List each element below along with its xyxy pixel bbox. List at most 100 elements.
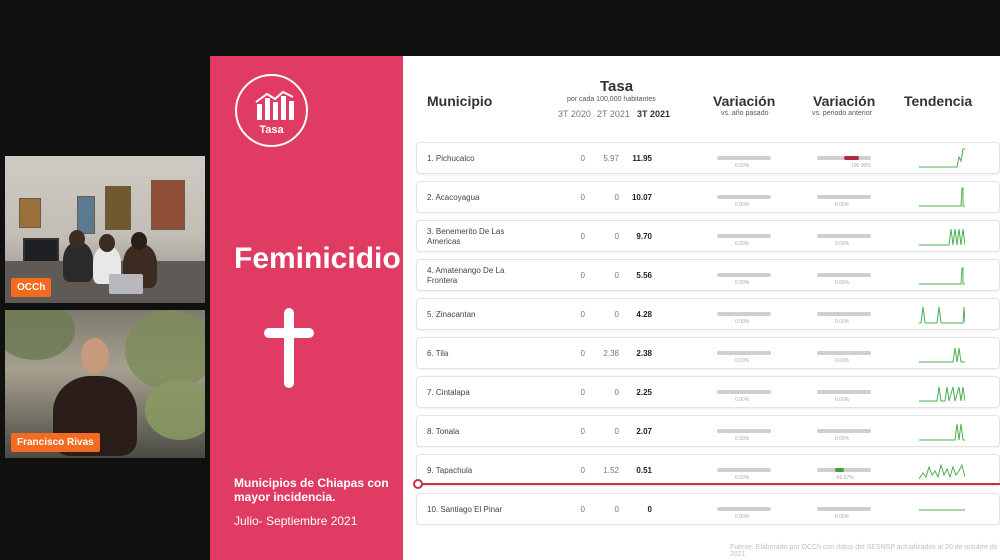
header-tasa-sub: por cada 100,000 habitantes xyxy=(567,96,656,103)
person-head xyxy=(81,338,109,374)
row-3t2021: 2.38 xyxy=(636,349,652,358)
row-2t2021: 1.52 xyxy=(603,466,619,475)
row-municipio: 5. Zinacantan xyxy=(427,310,476,319)
slide-title: Feminicidio xyxy=(234,242,401,275)
row-3t2021: 0.51 xyxy=(636,466,652,475)
header-variacion-periodo-sub: vs. periodo anterior xyxy=(812,110,872,117)
cross-icon xyxy=(264,308,314,388)
row-3t2021: 5.56 xyxy=(636,271,652,280)
variacion-anual-label: 0.00% xyxy=(735,241,750,247)
row-2t2021: 0 xyxy=(614,505,619,514)
variacion-anual-bar xyxy=(717,429,771,433)
tendencia-sparkline xyxy=(919,267,965,285)
row-2t2021: 0 xyxy=(614,388,619,397)
row-2t2021: 0 xyxy=(614,427,619,436)
row-2t2021: 0 xyxy=(614,271,619,280)
row-3t2020: 0 xyxy=(580,466,585,475)
row-municipio: 9. Tapachula xyxy=(427,466,473,475)
variacion-anual-label: 0.00% xyxy=(735,280,750,286)
plant xyxy=(145,380,205,440)
shared-slide: Tasa Feminicidio Municipios de Chiapas c… xyxy=(210,56,1000,560)
wall-painting xyxy=(151,180,185,230)
row-3t2020: 0 xyxy=(580,232,585,241)
table-row: 7. Cintalapa 0 0 2.25 0.00% 0.00% xyxy=(416,376,1000,408)
variacion-anual-bar xyxy=(717,390,771,394)
header-municipio: Municipio xyxy=(427,93,493,109)
person-head xyxy=(99,234,115,252)
row-3t2020: 0 xyxy=(580,388,585,397)
wall-painting xyxy=(19,198,41,228)
bar-chart-icon xyxy=(255,90,294,120)
wall-painting xyxy=(105,186,131,230)
tendencia-sparkline xyxy=(919,148,965,168)
row-3t2021: 2.25 xyxy=(636,388,652,397)
laptop xyxy=(109,274,143,294)
row-3t2021: 0 xyxy=(647,505,652,514)
variacion-anual-label: 0.00% xyxy=(735,397,750,403)
variacion-periodo-label: 0.00% xyxy=(835,358,850,364)
variacion-periodo-label: 0.00% xyxy=(835,280,850,286)
table-row: 1. Pichucalco 0 5.97 11.95 0.00% 100.00% xyxy=(416,142,1000,174)
tendencia-sparkline xyxy=(919,386,965,402)
row-municipio: 4. Amatenango De La Frontera xyxy=(427,266,505,285)
variacion-anual-bar xyxy=(717,234,771,238)
row-3t2020: 0 xyxy=(580,271,585,280)
participant-tile-occh[interactable]: OCCh xyxy=(5,156,205,303)
variacion-periodo-bar xyxy=(817,390,871,394)
variacion-anual-label: 0.00% xyxy=(735,163,750,169)
header-col-3t2020: 3T 2020 xyxy=(558,109,591,119)
row-3t2021: 4.28 xyxy=(636,310,652,319)
header-tasa: Tasa xyxy=(600,78,634,95)
row-3t2020: 0 xyxy=(580,310,585,319)
logo-label: Tasa xyxy=(259,124,284,136)
row-3t2021: 2.07 xyxy=(636,427,652,436)
plant xyxy=(5,310,75,360)
header-variacion-anual-sub: vs. año pasado xyxy=(721,110,769,117)
header-col-2t2021: 2T 2021 xyxy=(597,109,630,119)
variacion-anual-bar xyxy=(717,195,771,199)
variacion-periodo-bar xyxy=(817,429,871,433)
row-2t2021: 0 xyxy=(614,232,619,241)
row-2t2021: 0 xyxy=(614,310,619,319)
variacion-anual-bar xyxy=(717,312,771,316)
table-row: 3. Benemerito De Las Americas 0 0 9.70 0… xyxy=(416,220,1000,252)
variacion-anual-bar xyxy=(717,468,771,472)
row-municipio: 1. Pichucalco xyxy=(427,154,475,163)
participant-name-tag: OCCh xyxy=(11,278,52,297)
divider-marker xyxy=(413,479,423,489)
slide-footer-source: Fuente: Elaborado por OCCh con datos del… xyxy=(730,544,998,558)
participant-name-tag: Francisco Rivas xyxy=(11,433,100,452)
header-variacion-anual: Variación xyxy=(713,93,776,109)
tasa-logo: Tasa xyxy=(235,74,308,147)
variacion-periodo-bar xyxy=(817,195,871,199)
tendencia-sparkline xyxy=(919,306,965,324)
variacion-periodo-bar xyxy=(817,234,871,238)
variacion-periodo-bar xyxy=(817,507,871,511)
tendencia-sparkline xyxy=(919,423,965,441)
variacion-periodo-label: 0.00% xyxy=(835,319,850,325)
variacion-anual-label: 0.00% xyxy=(735,202,750,208)
variacion-anual-label: 0.00% xyxy=(735,514,750,520)
plant xyxy=(125,310,205,390)
variacion-anual-bar xyxy=(717,273,771,277)
variacion-periodo-label: 0.00% xyxy=(835,397,850,403)
slide-subtitle: Municipios de Chiapas con mayor incidenc… xyxy=(234,476,389,504)
header-col-3t2021: 3T 2021 xyxy=(637,109,671,119)
variacion-periodo-bar xyxy=(817,273,871,277)
variacion-anual-label: 0.00% xyxy=(735,436,750,442)
participant-tile-francisco-rivas[interactable]: Francisco Rivas xyxy=(5,310,205,458)
variacion-periodo-label: -66.67% xyxy=(835,475,854,481)
variacion-periodo-label: 0.00% xyxy=(835,514,850,520)
header-tendencia: Tendencia xyxy=(904,93,973,109)
row-3t2020: 0 xyxy=(580,505,585,514)
row-municipio: 8. Tonala xyxy=(427,427,460,436)
row-3t2020: 0 xyxy=(580,427,585,436)
variacion-anual-label: 0.00% xyxy=(735,475,750,481)
variacion-periodo-fill xyxy=(844,156,859,160)
row-municipio: 2. Acacoyagua xyxy=(427,193,480,202)
variacion-periodo-fill xyxy=(835,468,844,472)
row-3t2020: 0 xyxy=(580,154,585,163)
variacion-anual-bar xyxy=(717,156,771,160)
header-variacion-periodo: Variación xyxy=(813,93,876,109)
table-row: 4. Amatenango De La Frontera 0 0 5.56 0.… xyxy=(416,259,1000,291)
